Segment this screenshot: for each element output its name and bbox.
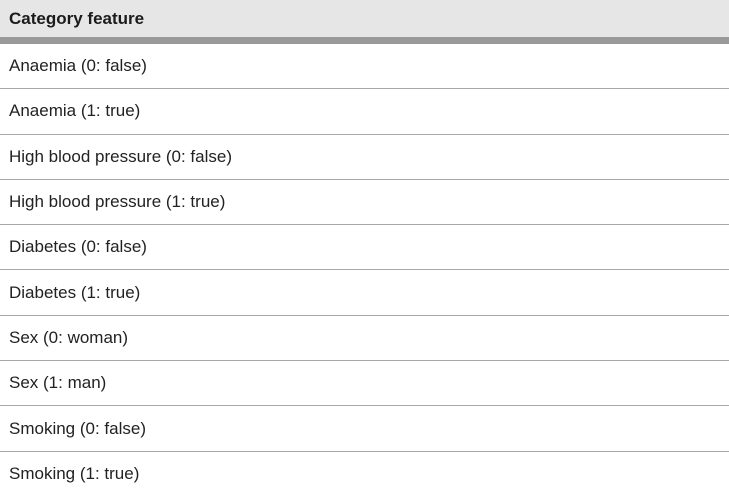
table-body: Anaemia (0: false) Anaemia (1: true) Hig… <box>0 44 729 497</box>
table-row: High blood pressure (0: false) <box>0 134 729 180</box>
table-row: Sex (0: woman) <box>0 315 729 362</box>
table-row: Anaemia (1: true) <box>0 89 729 135</box>
table-row: Smoking (1: true) <box>0 451 729 497</box>
table-row: Diabetes (1: true) <box>0 270 729 316</box>
table-row: Diabetes (0: false) <box>0 225 729 271</box>
table-row: Anaemia (0: false) <box>0 44 729 90</box>
column-header-category-feature: Category feature <box>0 0 729 44</box>
table-row: Sex (1: man) <box>0 361 729 407</box>
table-row: High blood pressure (1: true) <box>0 179 729 226</box>
category-feature-table: Category feature Anaemia (0: false) Anae… <box>0 0 729 497</box>
table-row: Smoking (0: false) <box>0 406 729 452</box>
